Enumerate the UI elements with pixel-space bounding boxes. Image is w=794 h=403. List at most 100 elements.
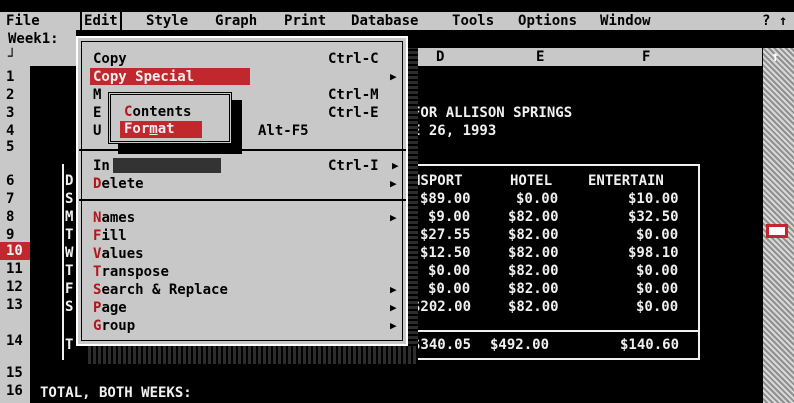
help-indicator[interactable]: ? ↑ <box>762 12 787 30</box>
cell-f7[interactable]: $10.00 <box>628 190 679 208</box>
row-number[interactable]: 6 <box>6 172 14 190</box>
menu-item-page-label: age <box>101 300 127 316</box>
menu-item-transpose-label: ranspose <box>101 264 169 280</box>
menu-item-copy-special[interactable]: Copy Special <box>93 68 194 86</box>
cell-d7[interactable]: $89.00 <box>420 190 471 208</box>
menu-tools-label: ools <box>460 13 495 29</box>
menu-item-page[interactable]: Page <box>93 299 127 317</box>
menu-item-group-label: roup <box>101 318 136 334</box>
submenu-arrow-icon: ▶ <box>390 211 397 224</box>
row-number[interactable]: 13 <box>6 296 23 314</box>
row-number[interactable]: 16 <box>6 382 23 400</box>
menu-window-label: indow <box>608 13 651 29</box>
menu-item-undo[interactable]: U <box>93 122 101 140</box>
cell-e8[interactable]: $82.00 <box>508 208 559 226</box>
menu-item-delete-label: elete <box>101 176 144 192</box>
row-number-active[interactable]: 10 <box>6 242 23 260</box>
row-number-strip: 1 2 3 4 5 6 7 8 9 10 11 12 13 14 15 16 <box>0 66 30 403</box>
cell-f10[interactable]: $98.10 <box>628 244 679 262</box>
sheet-title-line-1[interactable]: FOR ALLISON SPRINGS <box>412 104 572 122</box>
menu-database[interactable]: Database <box>351 12 418 30</box>
column-header-f[interactable]: F <box>642 48 650 66</box>
row-number[interactable]: 5 <box>6 138 14 156</box>
submenu-contents-label: ontents <box>132 104 192 120</box>
header-entertain[interactable]: ENTERTAIN <box>588 172 664 190</box>
row-number[interactable]: 15 <box>6 364 23 382</box>
cell-f9[interactable]: $0.00 <box>636 226 678 244</box>
menu-item-values[interactable]: Values <box>93 245 144 263</box>
menu-shadow-right <box>408 48 418 364</box>
cell-f13[interactable]: $0.00 <box>636 298 678 316</box>
cell-e9[interactable]: $82.00 <box>508 226 559 244</box>
menu-edit[interactable]: Edit <box>80 12 122 30</box>
cell-d11[interactable]: $0.00 <box>428 262 470 280</box>
menu-item-delete[interactable]: Delete <box>93 175 144 193</box>
header-transport[interactable]: NSPORT <box>412 172 463 190</box>
row-number[interactable]: 12 <box>6 278 23 296</box>
menu-item-names-label: ames <box>101 210 136 226</box>
sheet-title-line-2[interactable]: E 26, 1993 <box>412 122 496 140</box>
row-number[interactable]: 7 <box>6 190 14 208</box>
row-number[interactable]: 3 <box>6 104 14 122</box>
menu-item-transpose[interactable]: Transpose <box>93 263 169 281</box>
table-frame-bottom <box>410 358 700 360</box>
cell-d8[interactable]: $9.00 <box>428 208 470 226</box>
cell-f8[interactable]: $32.50 <box>628 208 679 226</box>
menu-item-names[interactable]: Names <box>93 209 135 227</box>
menu-item-search-replace[interactable]: Search & Replace <box>93 281 228 299</box>
header-hotel[interactable]: HOTEL <box>510 172 552 190</box>
menu-item-group[interactable]: Group <box>93 317 135 335</box>
submenu-shadow-bottom <box>118 144 242 154</box>
menu-tools[interactable]: Tools <box>452 12 494 30</box>
cell-e13[interactable]: $82.00 <box>508 298 559 316</box>
total-both-weeks-label[interactable]: TOTAL, BOTH WEEKS: <box>40 384 192 402</box>
column-header-d[interactable]: D <box>436 48 444 66</box>
menu-style[interactable]: Style <box>146 12 188 30</box>
row-number[interactable]: 2 <box>6 86 14 104</box>
submenu-arrow-icon: ▶ <box>390 177 397 190</box>
menu-graph-label: raph <box>223 13 258 29</box>
cell-e11[interactable]: $82.00 <box>508 262 559 280</box>
menu-item-fill-label: ill <box>101 228 127 244</box>
menu-item-copy[interactable]: Copy <box>93 50 127 68</box>
submenu-arrow-icon: ▶ <box>390 319 397 332</box>
vertical-scrollbar[interactable]: ↑ <box>763 48 794 403</box>
row-number[interactable]: 1 <box>6 68 14 86</box>
cell-d12[interactable]: $0.00 <box>428 280 470 298</box>
menu-item-copy-shortcut: Ctrl-C <box>328 51 379 67</box>
cell-d9[interactable]: $27.55 <box>420 226 471 244</box>
menu-print[interactable]: Print <box>284 12 326 30</box>
cell-e12[interactable]: $82.00 <box>508 280 559 298</box>
row-number[interactable]: 8 <box>6 208 14 226</box>
submenu-item-contents[interactable]: Contents <box>124 103 191 121</box>
menu-options[interactable]: Options <box>518 12 577 30</box>
menu-separator <box>79 199 406 201</box>
total-f14[interactable]: $140.60 <box>620 336 679 354</box>
menu-window[interactable]: Window <box>600 12 651 30</box>
menu-graph[interactable]: Graph <box>215 12 257 30</box>
row-number[interactable]: 14 <box>6 332 23 350</box>
menu-item-search-label: earch & Replace <box>101 282 228 298</box>
menu-file[interactable]: File <box>6 12 40 30</box>
scroll-thumb-icon[interactable] <box>766 224 788 238</box>
menu-item-insert[interactable]: In <box>93 157 110 175</box>
total-d14[interactable]: $340.05 <box>412 336 471 354</box>
submenu-item-format[interactable]: Format <box>124 120 175 138</box>
menu-item-fill[interactable]: Fill <box>93 227 127 245</box>
cell-f11[interactable]: $0.00 <box>636 262 678 280</box>
total-e14[interactable]: $492.00 <box>490 336 549 354</box>
submenu-format-label-start: For <box>124 121 150 137</box>
select-all-corner[interactable]: ┘ <box>0 48 30 66</box>
cell-d10[interactable]: $12.50 <box>420 244 471 262</box>
menu-item-erase[interactable]: E <box>93 104 101 122</box>
cell-e7[interactable]: $0.00 <box>516 190 558 208</box>
row-number[interactable]: 11 <box>6 260 23 278</box>
cell-e10[interactable]: $82.00 <box>508 244 559 262</box>
menu-item-move[interactable]: M <box>93 86 101 104</box>
scroll-up-arrow-icon[interactable]: ↑ <box>771 48 779 66</box>
cell-f12[interactable]: $0.00 <box>636 280 678 298</box>
menu-bar: File Edit Style Graph Print Database Too… <box>0 12 794 30</box>
menu-item-insert-shortcut: Ctrl-I <box>328 158 379 174</box>
column-header-e[interactable]: E <box>536 48 544 66</box>
cell-d13[interactable]: $202.00 <box>412 298 471 316</box>
